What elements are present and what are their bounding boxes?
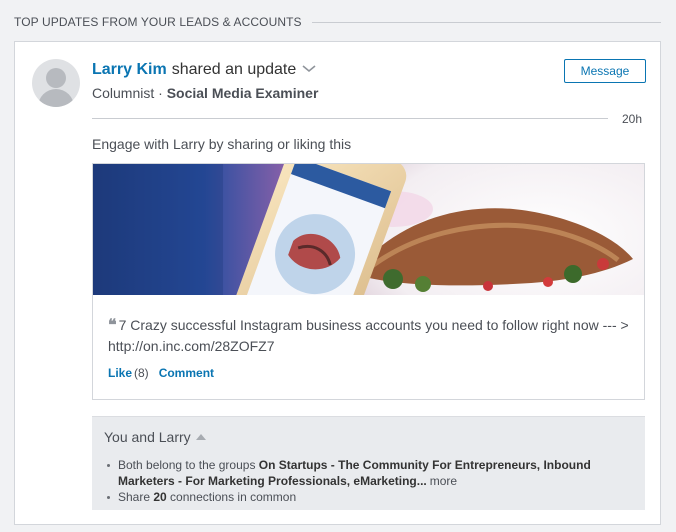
actor-action-text: shared an update	[171, 61, 297, 78]
like-link[interactable]: Like	[108, 366, 132, 380]
shared-connections-prefix: Share	[118, 490, 154, 504]
timestamp-divider	[92, 118, 608, 119]
section-divider	[312, 22, 661, 23]
person-silhouette-icon	[46, 68, 66, 88]
section-header: TOP UPDATES FROM YOUR LEADS & ACCOUNTS	[14, 15, 302, 29]
headline-company: Social Media Examiner	[166, 85, 319, 101]
chevron-down-icon[interactable]	[302, 65, 316, 73]
quote-icon: ❝	[108, 317, 117, 334]
article-image[interactable]	[93, 164, 644, 295]
relationship-panel: You and Larry Both belong to the groups …	[92, 416, 645, 510]
shared-groups-prefix: Both belong to the groups	[118, 458, 259, 472]
shared-groups-item: Both belong to the groups On Startups - …	[106, 457, 636, 489]
actor-line: Larry Kim shared an update	[92, 61, 316, 79]
shared-connections-suffix: connections in common	[166, 490, 297, 504]
like-count: (8)	[134, 366, 149, 380]
article-text: 7 Crazy successful Instagram business ac…	[108, 317, 629, 354]
comment-link[interactable]: Comment	[159, 366, 214, 380]
shared-article[interactable]: ❝ 7 Crazy successful Instagram business a…	[92, 163, 645, 400]
relationship-title[interactable]: You and Larry	[104, 429, 206, 445]
relationship-title-text: You and Larry	[104, 429, 191, 445]
more-link[interactable]: more	[430, 474, 457, 488]
actor-name-link[interactable]: Larry Kim	[92, 61, 167, 79]
person-silhouette-body	[38, 89, 74, 107]
shared-connections-count[interactable]: 20	[153, 490, 166, 504]
actor-headline: Columnist · Social Media Examiner	[92, 85, 318, 101]
message-button[interactable]: Message	[564, 59, 646, 83]
update-card: Larry Kim shared an update Columnist · S…	[14, 41, 661, 525]
article-image-illustration	[93, 164, 644, 295]
relationship-list: Both belong to the groups On Startups - …	[106, 457, 636, 505]
timestamp: 20h	[622, 112, 643, 126]
caret-up-icon[interactable]	[195, 434, 206, 440]
social-actions: Like (8) Comment	[108, 366, 214, 380]
article-title[interactable]: ❝ 7 Crazy successful Instagram business a…	[108, 315, 633, 356]
headline-title: Columnist ·	[92, 85, 167, 101]
avatar[interactable]	[32, 59, 80, 107]
shared-connections-item: Share 20 connections in common	[106, 489, 636, 505]
engage-prompt: Engage with Larry by sharing or liking t…	[92, 136, 352, 152]
